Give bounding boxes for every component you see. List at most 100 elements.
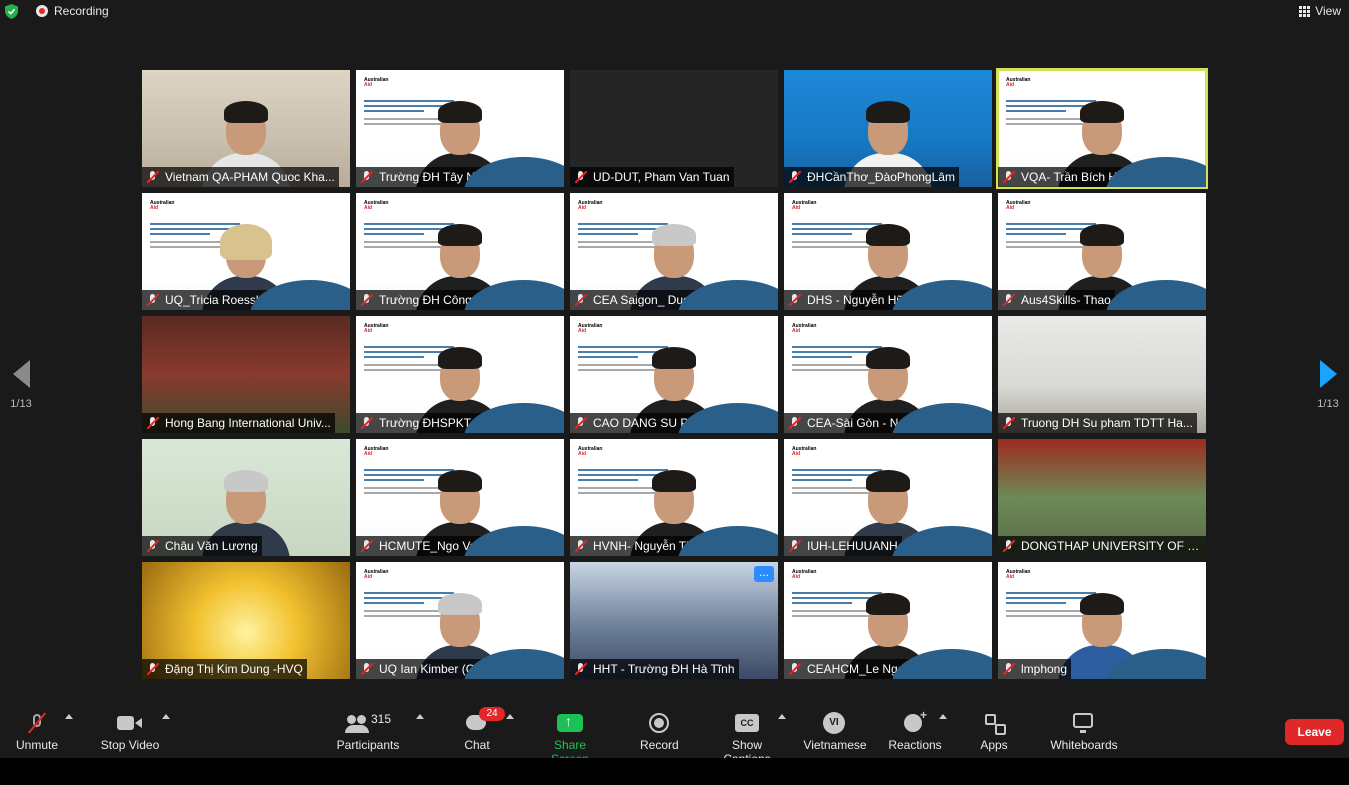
microphone-muted-icon (360, 416, 374, 430)
australian-aid-logo: Australian Aid (1006, 570, 1030, 580)
participant-video-tile[interactable]: Australian Aid UQ Ian Kimber (Course Leade… (356, 562, 564, 679)
share-screen-icon (557, 712, 583, 734)
closed-captions-icon (735, 712, 759, 734)
participant-name: VQA- Trần Bích Huệ (1021, 170, 1131, 184)
video-options-caret-icon[interactable] (162, 714, 170, 719)
participant-video-tile[interactable]: Truong DH Su pham TDTT Ha... (998, 316, 1206, 433)
participant-name-bar: CEA-Sài Gòn - Nguyễn Kim D... (784, 413, 982, 433)
participants-count: 315 (371, 712, 392, 726)
participant-video-tile[interactable]: Australian Aid CEAHCM_Le Ngoc Quynh Lam (784, 562, 992, 679)
chat-options-caret-icon[interactable] (506, 714, 514, 719)
unmute-button[interactable]: Unmute (14, 712, 60, 752)
participant-name: DHS - Nguyễn Hữu Hảo (807, 293, 937, 307)
participant-name: CEAHCM_Le Ngoc Quynh Lam (807, 662, 976, 676)
smiley-add-icon (903, 708, 927, 734)
participant-name-bar: UD-DUT, Pham Van Tuan (570, 167, 734, 187)
logo-line-2: Aid (792, 451, 801, 457)
australian-aid-logo: Australian Aid (150, 201, 174, 211)
participant-video-tile[interactable]: Châu Văn Lương (142, 439, 350, 556)
participant-video-tile[interactable]: Đặng Thị Kim Dung -HVQ (142, 562, 350, 679)
participant-video-tile[interactable]: Australian Aid CAO DANG SU PHAM HA TAY... (570, 316, 778, 433)
participant-video-tile[interactable]: Vietnam QA-PHAM Quoc Kha... (142, 70, 350, 187)
participant-video-tile[interactable]: Australian Aid Trường ĐH Công nghiệp HN-..… (356, 193, 564, 310)
microphone-muted-icon (788, 293, 802, 307)
language-interpretation-button[interactable]: Vietnamese (803, 712, 867, 752)
participant-video-tile[interactable]: Australian Aid UQ_Tricia Roessler (Course … (142, 193, 350, 310)
microphone-muted-icon (574, 662, 588, 676)
leave-button[interactable]: Leave (1285, 719, 1344, 745)
participant-video-tile[interactable]: Australian Aid HCMUTE_Ngo Van Thuyen (356, 439, 564, 556)
participant-video-tile[interactable]: Australian Aid CEA-Sài Gòn - Nguyễn Kim D.… (784, 316, 992, 433)
participant-name: Trường ĐH Tây Nguyên_Trần ... (379, 170, 552, 184)
microphone-muted-icon (360, 539, 374, 553)
microphone-muted-icon (146, 293, 160, 307)
apps-label: Apps (980, 738, 1008, 752)
participant-name-bar: HVNH- Nguyễn Thị Lệ Thanh (570, 536, 754, 556)
captions-options-caret-icon[interactable] (778, 714, 786, 719)
participants-options-caret-icon[interactable] (416, 714, 424, 719)
participant-video-tile[interactable]: Australian Aid CEA Saigon_ Duong Mong Ha (570, 193, 778, 310)
participant-name-bar: CEA Saigon_ Duong Mong Ha (570, 290, 760, 310)
participant-video-tile[interactable]: Australian Aid lmphong (998, 562, 1206, 679)
participant-video-tile[interactable]: Australian Aid Trường ĐH Tây Nguyên_Trần .… (356, 70, 564, 187)
next-page-nav[interactable]: 1/13 (1313, 360, 1343, 410)
microphone-muted-icon (360, 662, 374, 676)
australian-aid-logo: Australian Aid (578, 447, 602, 457)
chevron-right-icon[interactable] (1319, 360, 1337, 388)
logo-line-2: Aid (792, 574, 801, 580)
participant-name-bar: Châu Văn Lương (142, 536, 262, 556)
participant-name: Hong Bang International Univ... (165, 416, 331, 430)
chat-label: Chat (464, 738, 490, 752)
chevron-left-icon[interactable] (12, 360, 30, 388)
participant-name-bar: Trường ĐH Công nghiệp HN-... (356, 290, 550, 310)
australian-aid-logo: Australian Aid (364, 570, 388, 580)
participant-video-tile[interactable]: Australian Aid HVNH- Nguyễn Thị Lệ Thanh (570, 439, 778, 556)
chat-button[interactable]: 24 Chat (462, 707, 505, 752)
participant-video-tile[interactable]: Australian Aid Aus4Skills- Thao (998, 193, 1206, 310)
reactions-options-caret-icon[interactable] (939, 714, 947, 719)
whiteboard-icon (1072, 712, 1096, 734)
participant-video-tile[interactable]: Australian Aid DHS - Nguyễn Hữu Hảo (784, 193, 992, 310)
unmute-label: Unmute (15, 738, 59, 752)
participant-video-tile[interactable]: Australian Aid Trường ĐHSPKT Hưng Yên-Đà..… (356, 316, 564, 433)
participant-video-tile[interactable]: Australian Aid VQA- Trần Bích Huệ (996, 68, 1208, 189)
logo-line-2: Aid (364, 82, 373, 88)
australian-aid-logo: Australian Aid (364, 447, 388, 457)
reactions-button[interactable]: Reactions (888, 708, 942, 752)
microphone-muted-icon (1002, 293, 1016, 307)
participant-name-bar: Vietnam QA-PHAM Quoc Kha... (142, 167, 339, 187)
audio-options-caret-icon[interactable] (65, 714, 73, 719)
participant-name: CEA-Sài Gòn - Nguyễn Kim D... (807, 416, 978, 430)
participant-name: Truong DH Su pham TDTT Ha... (1021, 416, 1193, 430)
stop-video-button[interactable]: Stop Video (99, 712, 161, 752)
apps-button[interactable]: Apps (979, 712, 1009, 752)
participant-video-tile[interactable]: UD-DUT, Pham Van Tuan (570, 70, 778, 187)
shield-icon[interactable] (5, 4, 18, 19)
more-options-button[interactable]: ... (754, 566, 774, 582)
participants-button[interactable]: 315 Participants (335, 712, 401, 752)
whiteboards-button[interactable]: Whiteboards (1048, 712, 1120, 752)
page-indicator-left: 1/13 (10, 398, 32, 410)
page-indicator-right: 1/13 (1317, 398, 1339, 410)
grid-view-icon (1299, 5, 1311, 17)
participant-video-tile[interactable]: ĐHCầnThơ_ĐàoPhongLâm (784, 70, 992, 187)
participant-video-tile[interactable]: Australian Aid IUH-LEHUUANH (784, 439, 992, 556)
record-button[interactable]: Record (640, 712, 679, 752)
participant-video-tile[interactable]: Hong Bang International Univ... (142, 316, 350, 433)
record-dot-icon (36, 5, 48, 17)
logo-line-2: Aid (1006, 574, 1015, 580)
participant-name-bar: UQ Ian Kimber (Course Leader) (356, 659, 554, 679)
logo-line-2: Aid (1006, 82, 1015, 88)
recording-indicator[interactable]: Recording (36, 4, 109, 18)
participant-name: HVNH- Nguyễn Thị Lệ Thanh (593, 539, 750, 553)
australian-aid-logo: Australian Aid (578, 201, 602, 211)
chat-unread-badge: 24 (479, 707, 505, 721)
australian-aid-logo: Australian Aid (578, 324, 602, 334)
participant-name-bar: lmphong (998, 659, 1072, 679)
previous-page-nav[interactable]: 1/13 (6, 360, 36, 410)
participant-video-tile[interactable]: ... HHT - Trường ĐH Hà Tĩnh (570, 562, 778, 679)
view-button[interactable]: View (1299, 4, 1341, 18)
logo-line-2: Aid (1006, 205, 1015, 211)
australian-aid-logo: Australian Aid (364, 201, 388, 211)
participant-video-tile[interactable]: DONGTHAP UNIVERSITY OF E... (998, 439, 1206, 556)
